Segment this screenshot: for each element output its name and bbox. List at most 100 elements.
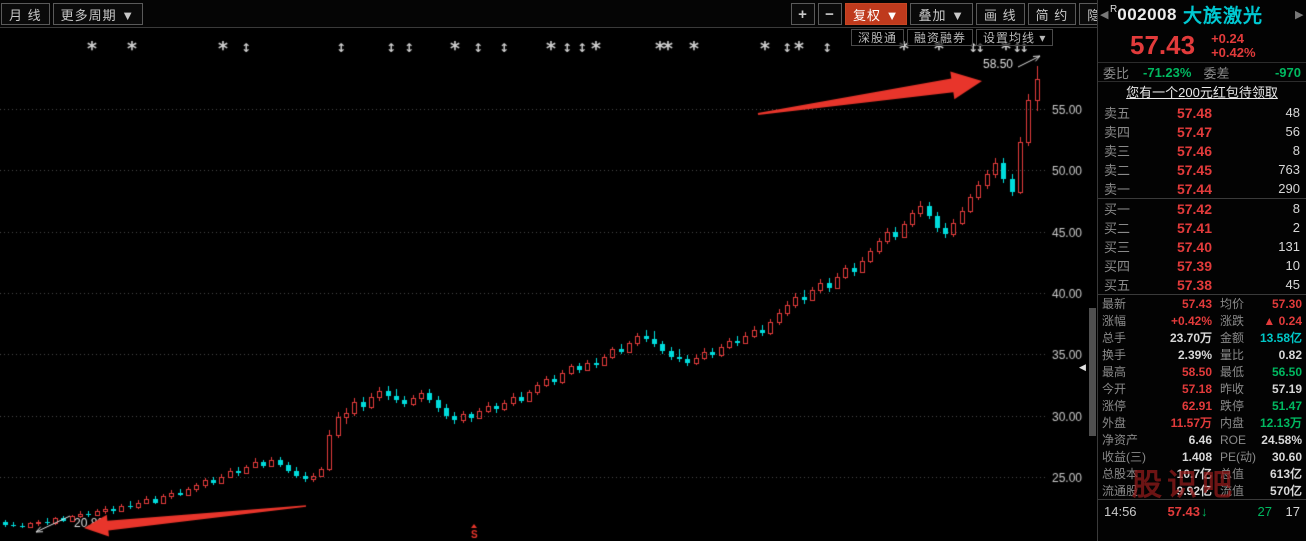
ma-settings-dropdown[interactable]: 设置均线 ▾ bbox=[976, 29, 1053, 46]
quote-panel: ◀ R 002008 大族激光 ▶ 57.43 +0.24 +0.42% 委比 … bbox=[1098, 0, 1306, 541]
stat-label: 总值 bbox=[1212, 465, 1254, 482]
bid-label: 买三 bbox=[1104, 237, 1138, 256]
stat-row: 外盘 11.57万 内盘 12.13万 bbox=[1098, 414, 1306, 431]
bid-volume: 45 bbox=[1212, 277, 1300, 292]
bid-label: 买四 bbox=[1104, 256, 1138, 275]
bid-row[interactable]: 买五 57.38 45 bbox=[1098, 275, 1306, 294]
ask-row[interactable]: 卖四 57.47 56 bbox=[1098, 122, 1306, 141]
ask-price: 57.46 bbox=[1138, 143, 1212, 159]
stock-name: 大族激光 bbox=[1183, 1, 1295, 28]
stat-value: 51.47 bbox=[1254, 399, 1302, 413]
last-price: 57.43 bbox=[1130, 30, 1195, 61]
stat-value: 62.91 bbox=[1152, 399, 1212, 413]
period-monthly-button[interactable]: 月 线 bbox=[1, 3, 50, 25]
ask-volume: 763 bbox=[1212, 162, 1300, 177]
stat-label: 金额 bbox=[1212, 329, 1254, 346]
zoom-in-button[interactable]: + bbox=[791, 3, 815, 25]
stat-label: 流值 bbox=[1212, 482, 1254, 499]
stat-value: 0.82 bbox=[1254, 348, 1302, 362]
stat-row: 最新 57.43 均价 57.30 bbox=[1098, 295, 1306, 312]
bid-row[interactable]: 买一 57.42 8 bbox=[1098, 199, 1306, 218]
tick-volume: 27 bbox=[1208, 504, 1273, 519]
simple-mode-button[interactable]: 简 约 bbox=[1028, 3, 1077, 25]
stat-value: 10.7亿 bbox=[1152, 465, 1212, 482]
change-value: +0.24 bbox=[1211, 31, 1244, 46]
bid-label: 买一 bbox=[1104, 199, 1138, 218]
stat-value: ▲ 0.24 bbox=[1254, 314, 1302, 328]
ask-row[interactable]: 卖三 57.46 8 bbox=[1098, 141, 1306, 160]
bid-volume: 2 bbox=[1212, 220, 1300, 235]
bid-price: 57.40 bbox=[1138, 239, 1212, 255]
margin-flag: R bbox=[1110, 4, 1117, 15]
stat-value: 58.50 bbox=[1152, 365, 1212, 379]
tick-count: 17 bbox=[1272, 504, 1300, 519]
stat-row: 今开 57.18 昨收 57.19 bbox=[1098, 380, 1306, 397]
stat-label: 最新 bbox=[1102, 295, 1152, 312]
stat-label: 内盘 bbox=[1212, 414, 1254, 431]
shenzhen-connect-button[interactable]: 深股通 bbox=[851, 29, 904, 46]
tick-price: 57.43 bbox=[1148, 504, 1200, 519]
ask-label: 卖四 bbox=[1104, 122, 1138, 141]
more-periods-dropdown[interactable]: 更多周期 ▼ bbox=[53, 3, 143, 25]
ask-row[interactable]: 卖二 57.45 763 bbox=[1098, 160, 1306, 179]
stat-value: 57.30 bbox=[1254, 297, 1302, 311]
stat-row: 涨幅 +0.42% 涨跌 ▲ 0.24 bbox=[1098, 312, 1306, 329]
stat-row: 涨停 62.91 跌停 51.47 bbox=[1098, 397, 1306, 414]
weibi-value: -71.23% bbox=[1143, 65, 1191, 80]
stat-value: 1.408 bbox=[1152, 450, 1212, 464]
weibi-row: 委比 -71.23% 委差 -970 bbox=[1098, 62, 1306, 82]
stat-row: 总手 23.70万 金额 13.58亿 bbox=[1098, 329, 1306, 346]
stat-value: 13.58亿 bbox=[1254, 329, 1302, 346]
ask-price: 57.48 bbox=[1138, 105, 1212, 121]
ask-label: 卖一 bbox=[1104, 179, 1138, 198]
stat-value: 23.70万 bbox=[1152, 329, 1212, 346]
ask-row[interactable]: 卖五 57.48 48 bbox=[1098, 103, 1306, 122]
prev-stock-icon[interactable]: ◀ bbox=[1100, 8, 1109, 21]
chart-overlay-buttons: 深股通 融资融券 设置均线 ▾ bbox=[851, 29, 1053, 46]
ask-row[interactable]: 卖一 57.44 290 bbox=[1098, 179, 1306, 198]
next-stock-icon[interactable]: ▶ bbox=[1295, 8, 1304, 21]
red-packet-link[interactable]: 您有一个200元红包待领取 bbox=[1098, 82, 1306, 103]
tick-separator bbox=[1098, 499, 1306, 500]
adjust-price-dropdown[interactable]: 复权 ▼ bbox=[845, 3, 907, 25]
overlay-dropdown[interactable]: 叠加 ▼ bbox=[910, 3, 972, 25]
bid-row[interactable]: 买三 57.40 131 bbox=[1098, 237, 1306, 256]
bid-price: 57.39 bbox=[1138, 258, 1212, 274]
kline-chart[interactable] bbox=[0, 28, 1097, 541]
stat-value: 57.43 bbox=[1152, 297, 1212, 311]
bid-row[interactable]: 买二 57.41 2 bbox=[1098, 218, 1306, 237]
margin-trading-button[interactable]: 融资融券 bbox=[907, 29, 973, 46]
weibi-label: 委比 bbox=[1103, 63, 1129, 82]
period-button-group: 月 线 更多周期 ▼ bbox=[1, 3, 143, 25]
stat-label: 最高 bbox=[1102, 363, 1152, 380]
stat-row: 流通股 9.92亿 流值 570亿 bbox=[1098, 482, 1306, 499]
change-percent: +0.42% bbox=[1211, 45, 1255, 60]
stat-value: 9.92亿 bbox=[1152, 482, 1212, 499]
stat-row: 净资产 6.46 ROE 24.58% bbox=[1098, 431, 1306, 448]
trading-app-window: 月 线 更多周期 ▼ + − 复权 ▼ 叠加 ▼ 画 线 简 约 隐藏 ▶▶ bbox=[0, 0, 1306, 541]
price-row: 57.43 +0.24 +0.42% bbox=[1098, 29, 1306, 62]
ask-label: 卖二 bbox=[1104, 160, 1138, 179]
stat-value: 30.60 bbox=[1254, 450, 1302, 464]
stat-value: 2.39% bbox=[1152, 348, 1212, 362]
stat-value: 613亿 bbox=[1254, 465, 1302, 482]
bid-volume: 8 bbox=[1212, 201, 1300, 216]
stat-label: 总股本 bbox=[1102, 465, 1152, 482]
bid-volume: 10 bbox=[1212, 258, 1300, 273]
draw-line-button[interactable]: 画 线 bbox=[976, 3, 1025, 25]
zoom-out-button[interactable]: − bbox=[818, 3, 842, 25]
ask-label: 卖三 bbox=[1104, 141, 1138, 160]
panel-collapse-handle[interactable] bbox=[1089, 308, 1096, 436]
stat-row: 收益(三) 1.408 PE(动) 30.60 bbox=[1098, 448, 1306, 465]
tick-row[interactable]: 14:56 57.43 ↓ 27 17 bbox=[1098, 502, 1306, 520]
stat-label: 跌停 bbox=[1212, 397, 1254, 414]
bid-row[interactable]: 买四 57.39 10 bbox=[1098, 256, 1306, 275]
weicha-label: 委差 bbox=[1203, 63, 1229, 82]
stat-value: +0.42% bbox=[1152, 314, 1212, 328]
stat-label: 最低 bbox=[1212, 363, 1254, 380]
stat-label: 今开 bbox=[1102, 380, 1152, 397]
stat-value: 24.58% bbox=[1254, 433, 1302, 447]
bid-label: 买二 bbox=[1104, 218, 1138, 237]
ask-volume: 290 bbox=[1212, 181, 1300, 196]
stats-grid: 最新 57.43 均价 57.30 涨幅 +0.42% 涨跌 ▲ 0.24 总手… bbox=[1098, 295, 1306, 499]
